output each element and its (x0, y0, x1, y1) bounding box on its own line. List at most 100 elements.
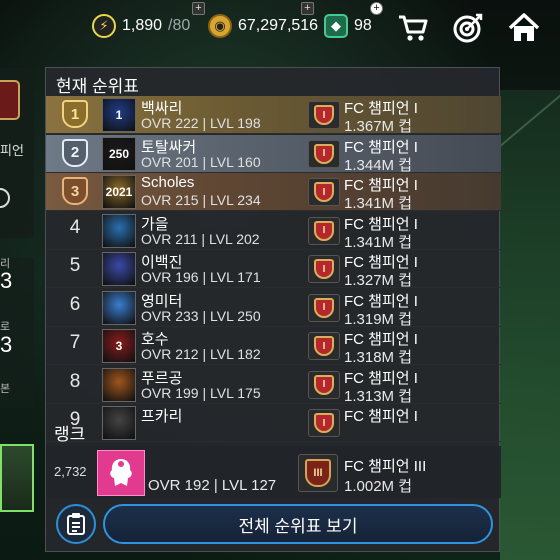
tier-trophy-icon: I (308, 370, 340, 399)
my-avatar (97, 450, 145, 496)
info-circle-icon[interactable] (0, 188, 10, 208)
player-avatar: 2021 (102, 175, 136, 209)
tier-shield: I (314, 143, 334, 164)
player-stat: OVR 233 | LVL 250 (141, 307, 261, 324)
coin-counter[interactable]: ◉ 67,297,516 (208, 14, 318, 38)
player-avatar (102, 213, 136, 248)
leaderboard-title: 현재 순위표 (56, 77, 139, 96)
tier-shield: I (314, 413, 334, 433)
player-avatar (102, 290, 136, 325)
player-avatar: 3 (102, 329, 136, 363)
tier-trophy-icon: I (308, 139, 340, 168)
my-points: 1.002M 컵 (344, 478, 412, 495)
player-stat: OVR 212 | LVL 182 (141, 346, 261, 362)
top-bar: ⚡ 1,890/80 + ◉ 67,297,516 + ◆ 98 + (0, 0, 560, 58)
leaderboard-row[interactable]: 4 가을 OVR 211 | LVL 202 I FC 챔피언 I 1.341M 컵 (46, 212, 501, 251)
gem-value: 98 (354, 17, 372, 34)
add-energy-button[interactable]: + (192, 2, 205, 15)
my-tier-trophy-icon: III (298, 454, 338, 492)
leaderboard-row[interactable]: 8 푸르공 OVR 199 | LVL 175 I FC 챔피언 I 1.313M 컵 (46, 366, 501, 405)
player-name: 프카리 (141, 408, 183, 425)
leaderboard-row[interactable]: 7 3 호수 OVR 212 | LVL 182 I FC 챔피언 I 1.318M 컵 (46, 327, 501, 366)
player-points: 1.313M 컵 (344, 387, 412, 405)
player-points: 1.367M 컵 (344, 118, 412, 135)
coin-icon: ◉ (208, 14, 232, 38)
energy-max: /80 (168, 17, 191, 34)
leaderboard-row[interactable]: 5 이백진 OVR 196 | LVL 171 I FC 챔피언 I 1.327M 컵 (46, 250, 501, 289)
add-coins-button[interactable]: + (301, 2, 314, 15)
rank-number: 5 (69, 255, 81, 276)
tier-trophy-icon: I (308, 101, 340, 129)
player-stat: OVR 199 | LVL 175 (141, 384, 261, 401)
leaderboard-row[interactable]: 3 2021 Scholes OVR 215 | LVL 234 I FC 챔피언 I 1.… (46, 173, 501, 212)
clipboard-button[interactable] (56, 504, 96, 544)
player-points: 1.318M 컵 (344, 349, 412, 366)
left-side-panel: 피언 (0, 68, 34, 238)
add-gems-button[interactable]: + (370, 2, 383, 15)
my-rank-row[interactable]: 2,732 OVR 192 | LVL 127 III FC 챔피언 III 1… (46, 446, 501, 498)
energy-counter[interactable]: ⚡ 1,890/80 (92, 14, 190, 38)
player-points: 1.341M 컵 (344, 195, 412, 212)
leaderboard-list[interactable]: 1 1 백싸리 OVR 222 | LVL 198 I FC 챔피언 I 1.367M 컵2… (46, 96, 501, 484)
player-name: Scholes (141, 174, 195, 191)
player-points: 1.344M 컵 (344, 156, 412, 174)
gem-icon: ◆ (324, 14, 348, 38)
coin-value: 67,297,516 (238, 17, 319, 34)
player-points: 1.341M 컵 (344, 233, 412, 251)
leaderboard-row[interactable]: 6 영미터 OVR 233 | LVL 250 I FC 챔피언 I 1.319M 컵 (46, 289, 501, 328)
leaderboard-panel: 현재 순위표 1 1 백싸리 OVR 222 | LVL 198 I FC 챔피언 I 1.… (45, 67, 501, 552)
left-panel-label: 피언 (0, 143, 24, 158)
cart-icon[interactable] (396, 12, 430, 44)
lion-crest-icon (110, 459, 132, 486)
tier-shield: I (314, 220, 334, 241)
tier-shield: I (314, 297, 334, 318)
rank-number: 7 (69, 332, 81, 353)
tier-trophy-icon: I (308, 178, 340, 206)
player-avatar: 1 (102, 98, 136, 132)
leaderboard-row[interactable]: 2 250 토탈싸커 OVR 201 | LVL 160 I FC 챔피언 I 1.344M… (46, 134, 501, 174)
leaderboard-row[interactable]: 1 1 백싸리 OVR 222 | LVL 198 I FC 챔피언 I 1.367M 컵 (46, 96, 501, 135)
background-pitch (500, 90, 560, 560)
left-stat-label-3: 본 (0, 383, 11, 395)
tier-trophy-icon: I (308, 255, 340, 283)
my-tier: FC 챔피언 III (344, 458, 427, 475)
gem-counter[interactable]: ◆ 98 (324, 14, 372, 38)
left-stat-value-1: 3 (0, 268, 13, 293)
player-avatar: 250 (102, 136, 136, 171)
tier-trophy-icon: I (308, 216, 340, 245)
tier-shield: I (314, 105, 334, 125)
player-points: 1.327M 컵 (344, 272, 412, 289)
tier-shield: I (314, 259, 334, 279)
tier-trophy-icon: I (308, 332, 340, 360)
rank-medal-icon: 3 (62, 177, 88, 205)
tier-shield: I (314, 374, 334, 395)
home-icon[interactable] (507, 12, 541, 44)
tier-trophy-icon: I (308, 409, 340, 437)
rank-medal-icon: 2 (62, 138, 88, 167)
rank-number: 6 (69, 293, 81, 315)
tier-badge-icon (0, 80, 20, 120)
player-avatar (102, 252, 136, 286)
energy-icon: ⚡ (92, 14, 116, 38)
energy-value: 1,890 (122, 17, 163, 34)
tier-shield: I (314, 182, 334, 202)
left-stat-value-2: 3 (0, 332, 13, 357)
leaderboard-row[interactable]: 9 프카리 I FC 챔피언 I (46, 404, 501, 442)
player-stat: OVR 211 | LVL 202 (141, 230, 260, 247)
my-rank-title: 랭크 (54, 425, 86, 444)
my-rank-number: 2,732 (54, 464, 87, 479)
rank-medal-icon: 1 (62, 100, 88, 128)
tier-shield: I (314, 336, 334, 356)
target-icon[interactable] (451, 12, 485, 44)
player-avatar (102, 406, 136, 440)
player-stat: OVR 222 | LVL 198 (141, 115, 261, 131)
player-stat: OVR 196 | LVL 171 (141, 269, 261, 285)
my-tier-shield: III (305, 459, 331, 487)
player-stat: OVR 215 | LVL 234 (141, 192, 261, 208)
player-avatar (102, 367, 136, 402)
player-points: 1.319M 컵 (344, 310, 412, 328)
full-leaderboard-button[interactable]: 전체 순위표 보기 (103, 504, 493, 544)
left-thumbnail[interactable] (0, 444, 34, 512)
rank-number: 8 (69, 370, 81, 392)
player-stat: OVR 201 | LVL 160 (141, 153, 261, 170)
